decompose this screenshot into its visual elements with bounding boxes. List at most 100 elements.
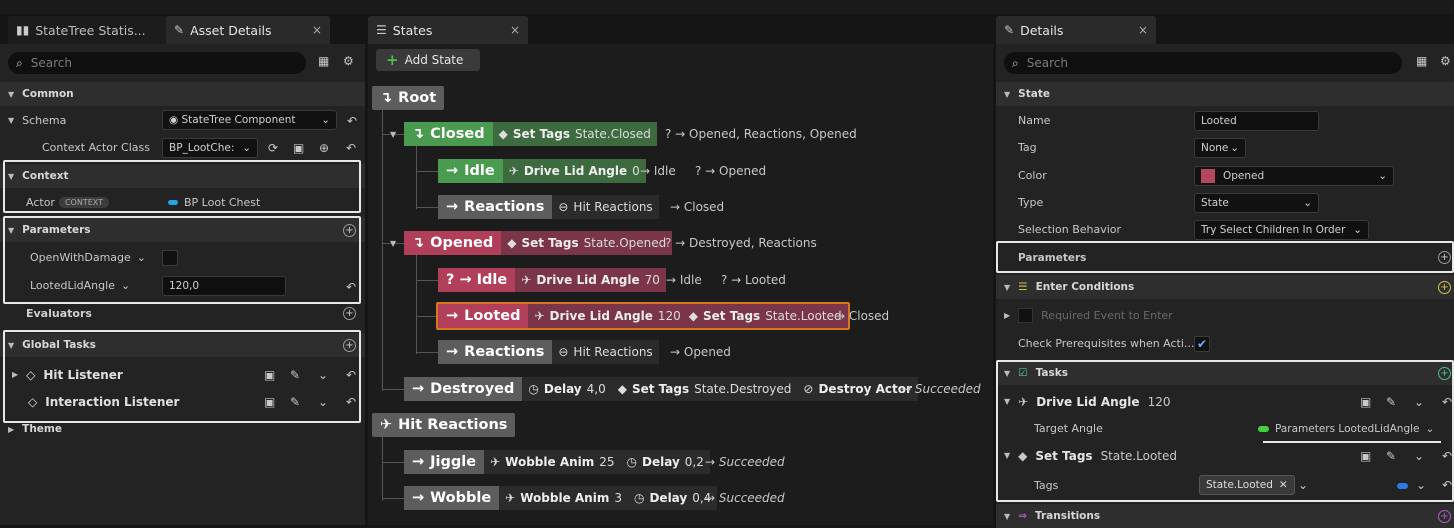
state-section-label: State	[1018, 88, 1050, 100]
state-wobble[interactable]: → Wobble ✈ Wobble Anim 3 ◷ Delay 0,4	[404, 486, 718, 510]
chevron-down-icon: ⌄	[1303, 197, 1312, 209]
transition-text: → Opened	[670, 345, 731, 359]
type-row: Type	[1018, 196, 1044, 209]
type-dropdown[interactable]: State ⌄	[1194, 193, 1319, 213]
name-input[interactable]: Looted	[1194, 111, 1319, 131]
tree-line	[416, 280, 438, 281]
required-event-row[interactable]: ▶ Required Event to Enter	[1004, 302, 1173, 329]
task-chip: ✈ Wobble Anim 25	[484, 450, 621, 474]
transition-text: → Succeeded	[705, 455, 785, 469]
check-prerequisites-checkbox[interactable]: ✔	[1194, 336, 1210, 352]
add-state-button[interactable]: + Add State	[376, 49, 480, 71]
table-view-icon[interactable]: ▦	[318, 54, 329, 68]
state-closed[interactable]: ↴ Closed ◆ Set Tags State.Closed	[404, 122, 657, 146]
state-idle[interactable]: → Idle ✈ Drive Lid Angle 0	[438, 159, 646, 183]
close-icon[interactable]: ×	[510, 23, 520, 37]
expand-arrow-icon: ▶	[1004, 311, 1011, 320]
tab-details[interactable]: ✎ Details ×	[996, 16, 1156, 44]
common-label: Common	[22, 88, 74, 100]
selection-behavior-dropdown[interactable]: Try Select Children In Order ⌄	[1194, 220, 1369, 240]
task-chip: ◆ Set Tags State.Looted	[686, 304, 848, 328]
chevron-down-icon: ⌄	[321, 114, 330, 126]
reset-arrow-icon[interactable]: ↶	[347, 114, 357, 128]
add-evaluator-icon[interactable]: +	[343, 307, 356, 320]
search-icon: ⌕	[16, 55, 23, 70]
gear-icon[interactable]: ⚙	[343, 54, 354, 68]
state-reactions[interactable]: → Reactions ⊖ Hit Reactions	[438, 195, 659, 219]
color-dropdown[interactable]: Opened ⌄	[1194, 166, 1394, 186]
state-hit-reactions[interactable]: ✈ Hit Reactions	[372, 413, 516, 437]
arrow-right-icon: →	[446, 344, 459, 360]
tab-states[interactable]: ☰ States ×	[368, 16, 528, 44]
component-icon: ◉	[169, 114, 179, 126]
tag-icon: ◆	[498, 127, 508, 141]
tab-statetree-statistics[interactable]: ▮▮ StateTree Statis...	[8, 16, 166, 44]
state-destroyed[interactable]: → Destroyed ◷ Delay 4,0 ◆ Set Tags State.Dest…	[404, 377, 918, 401]
search-icon: ⌕	[1012, 55, 1019, 70]
tag-dropdown[interactable]: None ⌄	[1194, 138, 1246, 158]
running-icon: ✈	[380, 417, 393, 433]
state-jiggle[interactable]: → Jiggle ✈ Wobble Anim 25 ◷ Delay 0,2	[404, 450, 710, 474]
close-icon[interactable]: ×	[1138, 23, 1148, 37]
enter-arrow-icon: ↴	[412, 235, 425, 251]
arrow-right-icon: →	[412, 381, 425, 397]
transitions-section[interactable]: ▼ ⇒ Transitions	[996, 504, 1454, 528]
state-reactions-opened[interactable]: → Reactions ⊖ Hit Reactions	[438, 340, 659, 364]
arrow-right-icon: →	[412, 454, 425, 470]
add-condition-icon[interactable]: +	[1438, 281, 1451, 294]
delay-chip: ◷ Delay 0,4	[627, 486, 718, 510]
table-view-icon[interactable]: ▦	[1416, 54, 1427, 68]
parameters-highlight-box	[3, 216, 361, 304]
tab-asset-details[interactable]: ✎ Asset Details ×	[166, 16, 330, 44]
state-looted[interactable]: → Looted ✈ Drive Lid Angle 120 ◆ Set Tags Sta…	[436, 302, 850, 330]
collapse-arrow-icon[interactable]: ▼	[390, 239, 396, 248]
enter-conditions-section[interactable]: ▼ ☰ Enter Conditions	[996, 275, 1454, 299]
tasks-highlight-box	[996, 360, 1454, 502]
required-event-checkbox[interactable]	[1018, 308, 1034, 323]
add-icon[interactable]: ⊕	[319, 141, 329, 155]
collapse-arrow-icon: ▼	[1004, 282, 1011, 292]
tag-icon: ◆	[688, 309, 699, 323]
collapse-arrow-icon: ▼	[8, 89, 15, 99]
clock-icon: ◷	[528, 382, 539, 396]
close-icon[interactable]: ×	[312, 23, 322, 37]
arrow-right-icon: →	[412, 490, 425, 506]
state-section[interactable]: ▼ State	[996, 82, 1454, 106]
delay-chip: ◷ Delay 4,0	[522, 377, 612, 401]
chevron-down-icon: ⌄	[242, 142, 251, 154]
browse-back-icon[interactable]: ⟳	[268, 141, 278, 155]
asset-search-input[interactable]: ⌕ Search	[8, 52, 306, 74]
add-transition-icon[interactable]: +	[1438, 510, 1451, 523]
state-root-label: Root	[398, 90, 437, 106]
reset-arrow-icon[interactable]: ↶	[346, 141, 356, 155]
schema-dropdown[interactable]: ◉ StateTree Component ⌄	[162, 110, 337, 130]
pencil-icon: ✎	[1004, 23, 1015, 37]
gear-icon[interactable]: ⚙	[1440, 54, 1451, 68]
tab-asset-details-label: Asset Details	[190, 22, 272, 38]
schema-value: StateTree Component	[181, 114, 296, 126]
transition-text: ? → Destroyed, Reactions	[665, 236, 817, 250]
pencil-icon: ✎	[174, 23, 185, 37]
context-actor-class-dropdown[interactable]: BP_LootChe: ⌄	[162, 138, 258, 158]
link-icon: ⊖	[558, 345, 569, 359]
plus-icon: +	[386, 51, 399, 69]
task-chip: ⊘ Destroy Actor	[797, 377, 918, 401]
expand-arrow-icon: ▶	[8, 424, 15, 434]
conditions-icon: ☰	[1018, 281, 1028, 293]
transition-text: → Succeeded	[901, 382, 981, 396]
task-chip: ✈ Drive Lid Angle 70	[515, 268, 666, 292]
check-prerequisites-row: Check Prerequisites when Acti...	[1018, 337, 1195, 350]
folder-icon[interactable]: ▣	[293, 141, 304, 155]
chevron-down-icon: ⌄	[1378, 170, 1387, 182]
state-opened[interactable]: ↴ Opened ◆ Set Tags State.Opened	[404, 231, 673, 255]
common-section[interactable]: ▼ Common	[0, 82, 365, 106]
task-chip: ◆ Set Tags State.Opened	[501, 231, 673, 255]
transitions-icon: ⇒	[1018, 510, 1027, 522]
collapse-arrow-icon[interactable]: ▼	[390, 130, 396, 139]
state-root[interactable]: ↴ Root	[372, 86, 445, 110]
list-icon: ☰	[376, 23, 387, 37]
state-idle-opened[interactable]: ? → Idle ✈ Drive Lid Angle 70	[438, 268, 666, 292]
details-search-input[interactable]: ⌕ Search	[1004, 52, 1402, 74]
top-toolbar-strip	[0, 0, 1454, 14]
parameters-highlight-box	[996, 241, 1454, 273]
